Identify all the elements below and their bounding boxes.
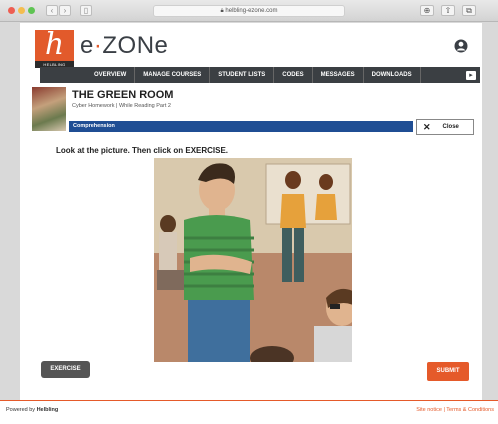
user-circle-icon[interactable] — [454, 39, 468, 53]
page-subtitle: Cyber Homework | While Reading Part 2 — [72, 103, 171, 109]
page-title: THE GREEN ROOM — [72, 89, 174, 101]
main-nav: OVERVIEW MANAGE COURSES STUDENT LISTS CO… — [40, 67, 480, 83]
menu-toggle-icon[interactable]: ▸ — [466, 70, 476, 80]
browser-toolbar: ‹ › ▯ 🔒︎ helbling-ezone.com ⊕ ⇧ ⧉ — [0, 0, 498, 22]
nav-overview[interactable]: OVERVIEW — [86, 67, 136, 83]
nav-downloads[interactable]: DOWNLOADS — [364, 67, 421, 83]
close-label: Close — [442, 124, 459, 130]
instruction-text: Look at the picture. Then click on EXERC… — [56, 146, 229, 155]
nav-manage-courses[interactable]: MANAGE COURSES — [135, 67, 211, 83]
sidebar-icon[interactable]: ▯ — [80, 5, 92, 16]
powered-by-brand[interactable]: Helbling — [37, 407, 59, 413]
window-minimize-dot[interactable] — [18, 7, 25, 14]
download-icon[interactable]: ⊕ — [420, 5, 434, 16]
exercise-button[interactable]: EXERCISE — [41, 361, 90, 378]
close-button[interactable]: ✕ Close — [416, 119, 474, 135]
submit-button[interactable]: SUBMIT — [427, 362, 469, 381]
page: h HELBLING e·ZONe OVERVIEW MANAGE COURSE… — [20, 23, 482, 400]
section-bar: Comprehension — [69, 121, 413, 132]
forward-icon[interactable]: › — [59, 5, 71, 16]
address-bar[interactable]: 🔒︎ helbling-ezone.com — [153, 5, 345, 17]
book-cover-thumbnail — [32, 87, 66, 131]
nav-student-lists[interactable]: STUDENT LISTS — [210, 67, 275, 83]
tabs-icon[interactable]: ⧉ — [462, 5, 476, 16]
window-close-dot[interactable] — [8, 7, 15, 14]
brand-suffix: ZONe — [102, 32, 169, 59]
footer-links[interactable]: Site notice | Terms & Conditions — [416, 407, 494, 413]
powered-by: Powered by Helbling — [6, 407, 58, 413]
share-icon[interactable]: ⇧ — [441, 5, 455, 16]
story-illustration — [154, 158, 352, 362]
nav-messages[interactable]: MESSAGES — [313, 67, 364, 83]
logo-letter: h — [44, 27, 65, 62]
site-header: h HELBLING e·ZONe — [20, 23, 482, 68]
site-footer: Powered by Helbling Site notice | Terms … — [0, 400, 498, 424]
powered-by-text: Powered by — [6, 407, 36, 413]
back-icon[interactable]: ‹ — [46, 5, 58, 16]
brand-prefix: e — [80, 32, 94, 59]
url-text: helbling-ezone.com — [225, 8, 278, 14]
ezone-brand: e·ZONe — [80, 32, 168, 60]
close-icon: ✕ — [423, 121, 431, 132]
window-maximize-dot[interactable] — [28, 7, 35, 14]
nav-codes[interactable]: CODES — [274, 67, 313, 83]
